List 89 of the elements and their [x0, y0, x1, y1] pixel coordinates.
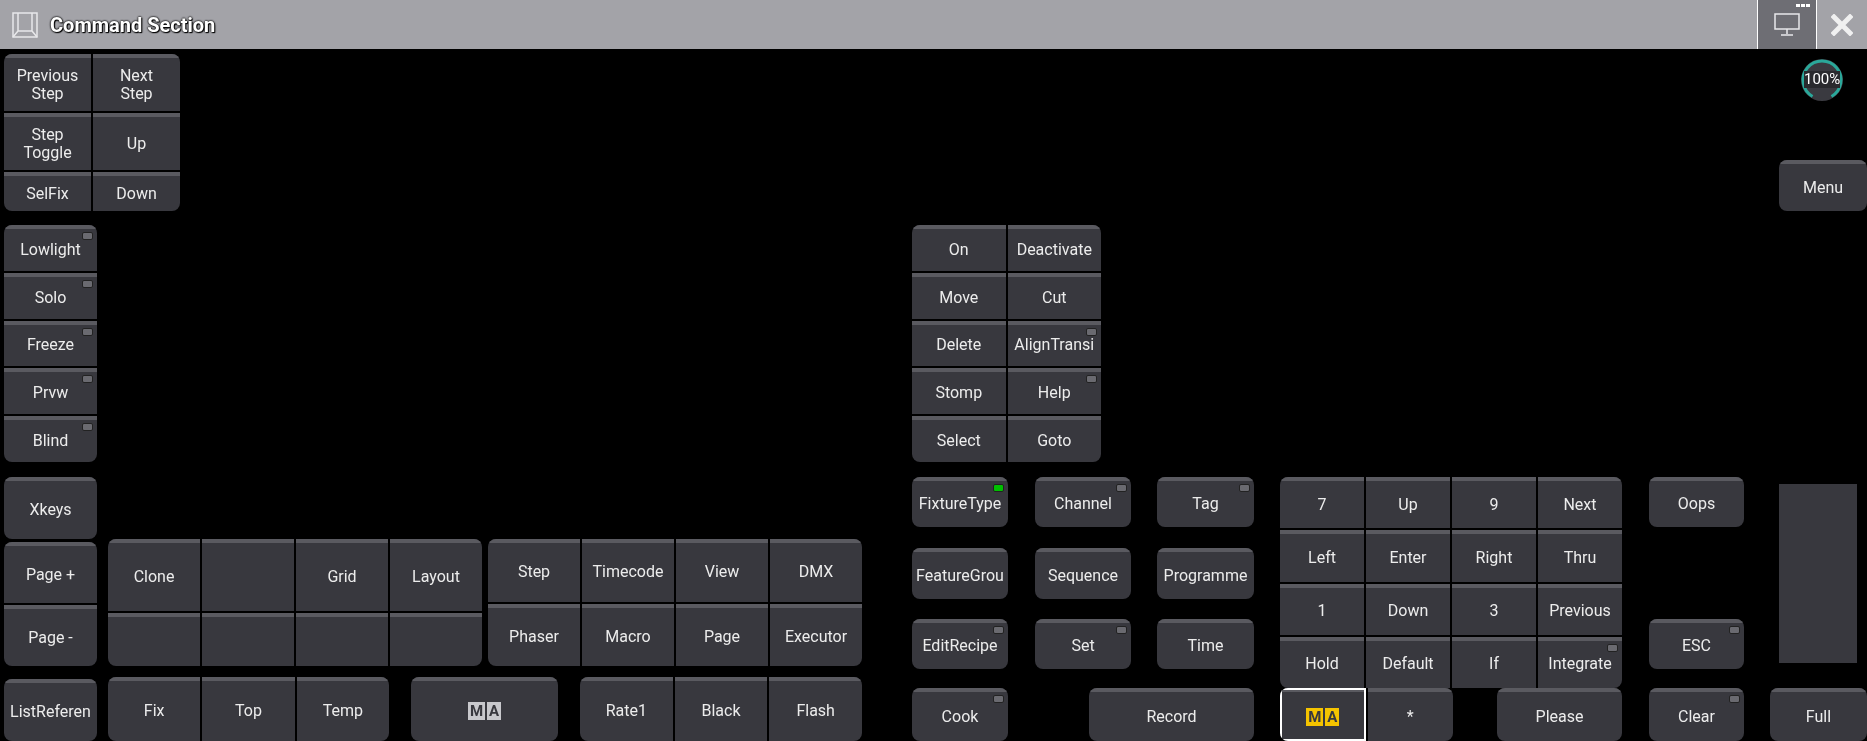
console-key[interactable]: Select: [912, 416, 1006, 462]
console-key[interactable]: Previous Step: [4, 54, 91, 111]
console-key[interactable]: Clear: [1649, 688, 1744, 741]
window-title: Command Section: [50, 11, 216, 39]
console-key[interactable]: Flash: [769, 677, 862, 741]
console-key[interactable]: AlignTransi: [1007, 320, 1101, 367]
console-key[interactable]: Integrate: [1538, 636, 1622, 688]
console-key[interactable]: Cut: [1007, 272, 1101, 319]
blank-key[interactable]: [202, 612, 294, 666]
console-key[interactable]: Xkeys: [4, 477, 97, 539]
monitor-icon: [1774, 12, 1800, 37]
console-key[interactable]: Programme: [1157, 548, 1254, 599]
logo-key[interactable]: M A: [411, 677, 558, 741]
console-key[interactable]: Phaser: [488, 603, 580, 666]
console-key[interactable]: Step Toggle: [4, 113, 91, 170]
console-key[interactable]: Clone: [108, 539, 200, 611]
console-key[interactable]: Hold: [1280, 636, 1364, 688]
console-key[interactable]: Thru: [1538, 530, 1622, 582]
console-key[interactable]: Set: [1035, 619, 1131, 669]
console-key[interactable]: On: [912, 225, 1006, 271]
console-key[interactable]: 7: [1280, 477, 1364, 529]
blank-key[interactable]: [202, 539, 294, 611]
console-key[interactable]: Grid: [296, 539, 388, 611]
console-key[interactable]: Oops: [1649, 477, 1744, 527]
console-key[interactable]: Freeze: [4, 320, 97, 367]
console-key[interactable]: Up: [1366, 477, 1450, 529]
console-key[interactable]: Please: [1497, 688, 1622, 741]
console-key[interactable]: Solo: [4, 272, 97, 319]
console-key[interactable]: SelFix: [4, 172, 91, 211]
console-key[interactable]: Page: [676, 603, 768, 666]
console-key[interactable]: ESC: [1649, 619, 1744, 669]
console-key[interactable]: Right: [1452, 530, 1536, 582]
console-key[interactable]: Up: [93, 113, 180, 170]
console-key[interactable]: If: [1452, 636, 1536, 688]
console-key[interactable]: Next: [1538, 477, 1622, 529]
console-key[interactable]: Move: [912, 272, 1006, 319]
console-key[interactable]: 1: [1280, 583, 1364, 635]
console-key[interactable]: Channel: [1035, 477, 1131, 527]
console-key[interactable]: Default: [1366, 636, 1450, 688]
console-key[interactable]: FixtureType: [912, 477, 1008, 527]
frame-icon: [12, 11, 38, 38]
close-icon: [1831, 13, 1853, 36]
monitor-button[interactable]: [1757, 0, 1817, 49]
console-key[interactable]: EditRecipe: [912, 619, 1008, 669]
console-key[interactable]: Macro: [582, 603, 674, 666]
logo-key[interactable]: M A: [1280, 688, 1366, 741]
console-key[interactable]: Executor: [770, 603, 862, 666]
console-key[interactable]: Help: [1007, 368, 1101, 415]
console-key[interactable]: Black: [674, 677, 768, 741]
console-key[interactable]: Delete: [912, 320, 1006, 367]
console-key[interactable]: Time: [1157, 619, 1254, 669]
console-key[interactable]: Menu: [1779, 160, 1867, 211]
console-key[interactable]: Temp: [296, 677, 389, 741]
console-key[interactable]: View: [676, 539, 768, 602]
console-key[interactable]: Page +: [4, 542, 97, 603]
console-key[interactable]: Blind: [4, 416, 97, 462]
console-key[interactable]: Top: [202, 677, 295, 741]
zoom-reading: 100%: [1804, 71, 1840, 88]
console-key[interactable]: Full: [1770, 688, 1867, 741]
console-key[interactable]: ListReferen: [4, 679, 97, 741]
console-key[interactable]: Deactivate: [1007, 225, 1101, 271]
console-key[interactable]: Goto: [1007, 416, 1101, 462]
console-key[interactable]: Down: [1366, 583, 1450, 635]
console-key[interactable]: Rate1: [580, 677, 673, 741]
console-key[interactable]: Lowlight: [4, 225, 97, 271]
console-key[interactable]: Prvw: [4, 368, 97, 415]
blank-key[interactable]: [390, 612, 482, 666]
blank-key[interactable]: [296, 612, 388, 666]
console-key[interactable]: 3: [1452, 583, 1536, 635]
console-key[interactable]: Tag: [1157, 477, 1254, 527]
console-key[interactable]: Previous: [1538, 583, 1622, 635]
console-key[interactable]: Page -: [4, 605, 97, 666]
console-key[interactable]: Next Step: [93, 54, 180, 111]
console-key[interactable]: Timecode: [582, 539, 674, 602]
console-key[interactable]: Step: [488, 539, 580, 602]
blank-key[interactable]: [108, 612, 200, 666]
console-key[interactable]: Layout: [390, 539, 482, 611]
console-key[interactable]: Cook: [912, 688, 1008, 741]
console-key[interactable]: Stomp: [912, 368, 1006, 415]
console-key[interactable]: Sequence: [1035, 548, 1131, 599]
console-key[interactable]: FeatureGrou: [912, 548, 1008, 599]
console-key[interactable]: Enter: [1366, 530, 1450, 582]
console-key[interactable]: 9: [1452, 477, 1536, 529]
console-key[interactable]: Record: [1089, 688, 1254, 741]
console-key[interactable]: *: [1367, 688, 1453, 741]
console-key[interactable]: Fix: [108, 677, 201, 741]
console-key[interactable]: Down: [93, 172, 180, 211]
console-key[interactable]: Left: [1280, 530, 1364, 582]
console-key[interactable]: DMX: [770, 539, 862, 602]
